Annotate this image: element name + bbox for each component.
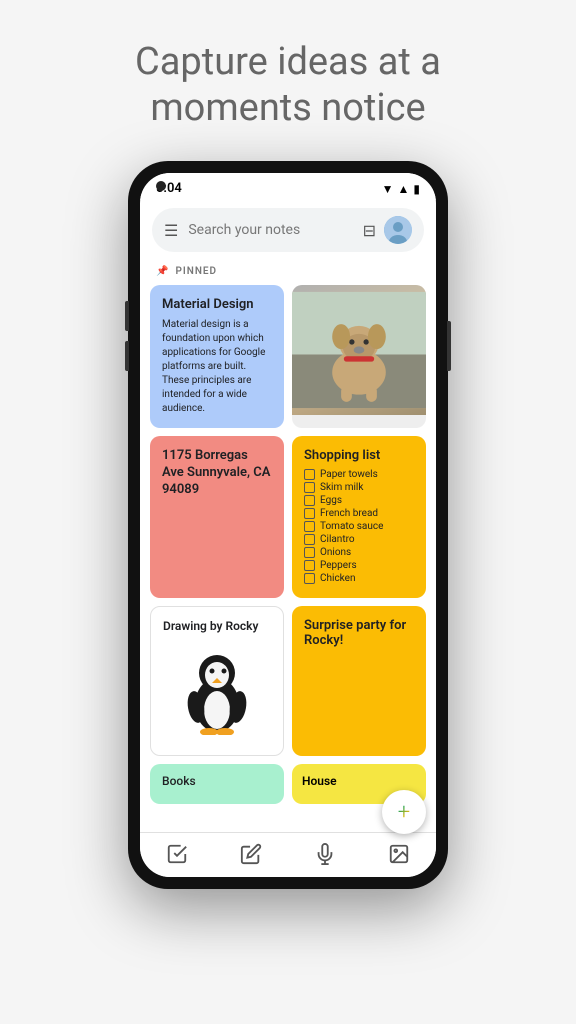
- fab-plus-icon: +: [398, 800, 410, 825]
- dog-photo-image: [292, 285, 426, 415]
- note-body: Material design is a foundation upon whi…: [162, 318, 272, 416]
- list-item: Skim milk: [304, 482, 414, 493]
- list-item: Cilantro: [304, 534, 414, 545]
- status-icons: ▼ ▲ ▮: [382, 182, 420, 196]
- wifi-icon: ▼: [382, 182, 394, 196]
- list-item: Paper towels: [304, 469, 414, 480]
- checkbox[interactable]: [304, 521, 315, 532]
- note-title: Material Design: [162, 297, 272, 312]
- fab-button[interactable]: +: [382, 790, 426, 834]
- view-toggle-icon[interactable]: ⊟: [363, 221, 376, 240]
- house-text: House: [302, 774, 337, 788]
- checkbox[interactable]: [304, 573, 315, 584]
- battery-icon: ▮: [413, 182, 420, 196]
- search-bar[interactable]: ☰ Search your notes ⊟: [152, 208, 424, 252]
- note-books[interactable]: Books: [150, 764, 284, 804]
- pinned-text: PINNED: [175, 266, 217, 277]
- list-item: Peppers: [304, 560, 414, 571]
- address-text: 1175 Borregas Ave Sunnyvale, CA 94089: [162, 448, 270, 497]
- nav-edit[interactable]: [240, 843, 262, 865]
- list-item: Eggs: [304, 495, 414, 506]
- penguin-drawing: [163, 637, 271, 743]
- hero-section: Capture ideas at a moments notice: [0, 0, 576, 161]
- phone-screen: 5:04 ▼ ▲ ▮ ☰ Search your notes ⊟: [140, 173, 436, 877]
- search-placeholder: Search your notes: [188, 222, 352, 238]
- bottom-navigation: [140, 832, 436, 877]
- surprise-party-title: Surprise party for Rocky!: [304, 618, 414, 648]
- shopping-list-title: Shopping list: [304, 448, 414, 463]
- list-item: Onions: [304, 547, 414, 558]
- checkbox[interactable]: [304, 547, 315, 558]
- hero-title: Capture ideas at a moments notice: [0, 0, 576, 161]
- list-item: French bread: [304, 508, 414, 519]
- nav-image[interactable]: [388, 843, 410, 865]
- list-item: Tomato sauce: [304, 521, 414, 532]
- user-avatar[interactable]: [384, 216, 412, 244]
- checklist: Paper towels Skim milk Eggs French bread…: [304, 469, 414, 584]
- checkbox[interactable]: [304, 495, 315, 506]
- volume-up-button: [125, 301, 129, 331]
- note-surprise-party[interactable]: Surprise party for Rocky!: [292, 606, 426, 756]
- note-material-design[interactable]: Material Design Material design is a fou…: [150, 285, 284, 428]
- note-address[interactable]: 1175 Borregas Ave Sunnyvale, CA 94089: [150, 436, 284, 598]
- pin-icon: 📌: [156, 266, 169, 277]
- checkbox[interactable]: [304, 560, 315, 571]
- books-title: Books: [162, 774, 196, 788]
- status-bar: 5:04 ▼ ▲ ▮: [140, 173, 436, 200]
- pinned-label: 📌 PINNED: [140, 260, 436, 281]
- fab-spacer: +: [140, 812, 436, 832]
- checkbox[interactable]: [304, 508, 315, 519]
- list-item: Chicken: [304, 573, 414, 584]
- note-dog-photo[interactable]: [292, 285, 426, 428]
- nav-microphone[interactable]: [314, 843, 336, 865]
- note-shopping-list[interactable]: Shopping list Paper towels Skim milk Egg…: [292, 436, 426, 598]
- volume-down-button: [125, 341, 129, 371]
- menu-icon[interactable]: ☰: [164, 221, 178, 240]
- checkbox[interactable]: [304, 482, 315, 493]
- search-right-actions: ⊟: [363, 216, 412, 244]
- drawing-title: Drawing by Rocky: [163, 619, 271, 633]
- note-drawing-rocky[interactable]: Drawing by Rocky: [150, 606, 284, 756]
- nav-checklist[interactable]: [166, 843, 188, 865]
- checkbox[interactable]: [304, 534, 315, 545]
- checkbox[interactable]: [304, 469, 315, 480]
- notes-grid: Material Design Material design is a fou…: [140, 281, 436, 764]
- phone-frame: 5:04 ▼ ▲ ▮ ☰ Search your notes ⊟: [128, 161, 448, 889]
- signal-icon: ▲: [398, 182, 410, 196]
- power-button: [447, 321, 451, 371]
